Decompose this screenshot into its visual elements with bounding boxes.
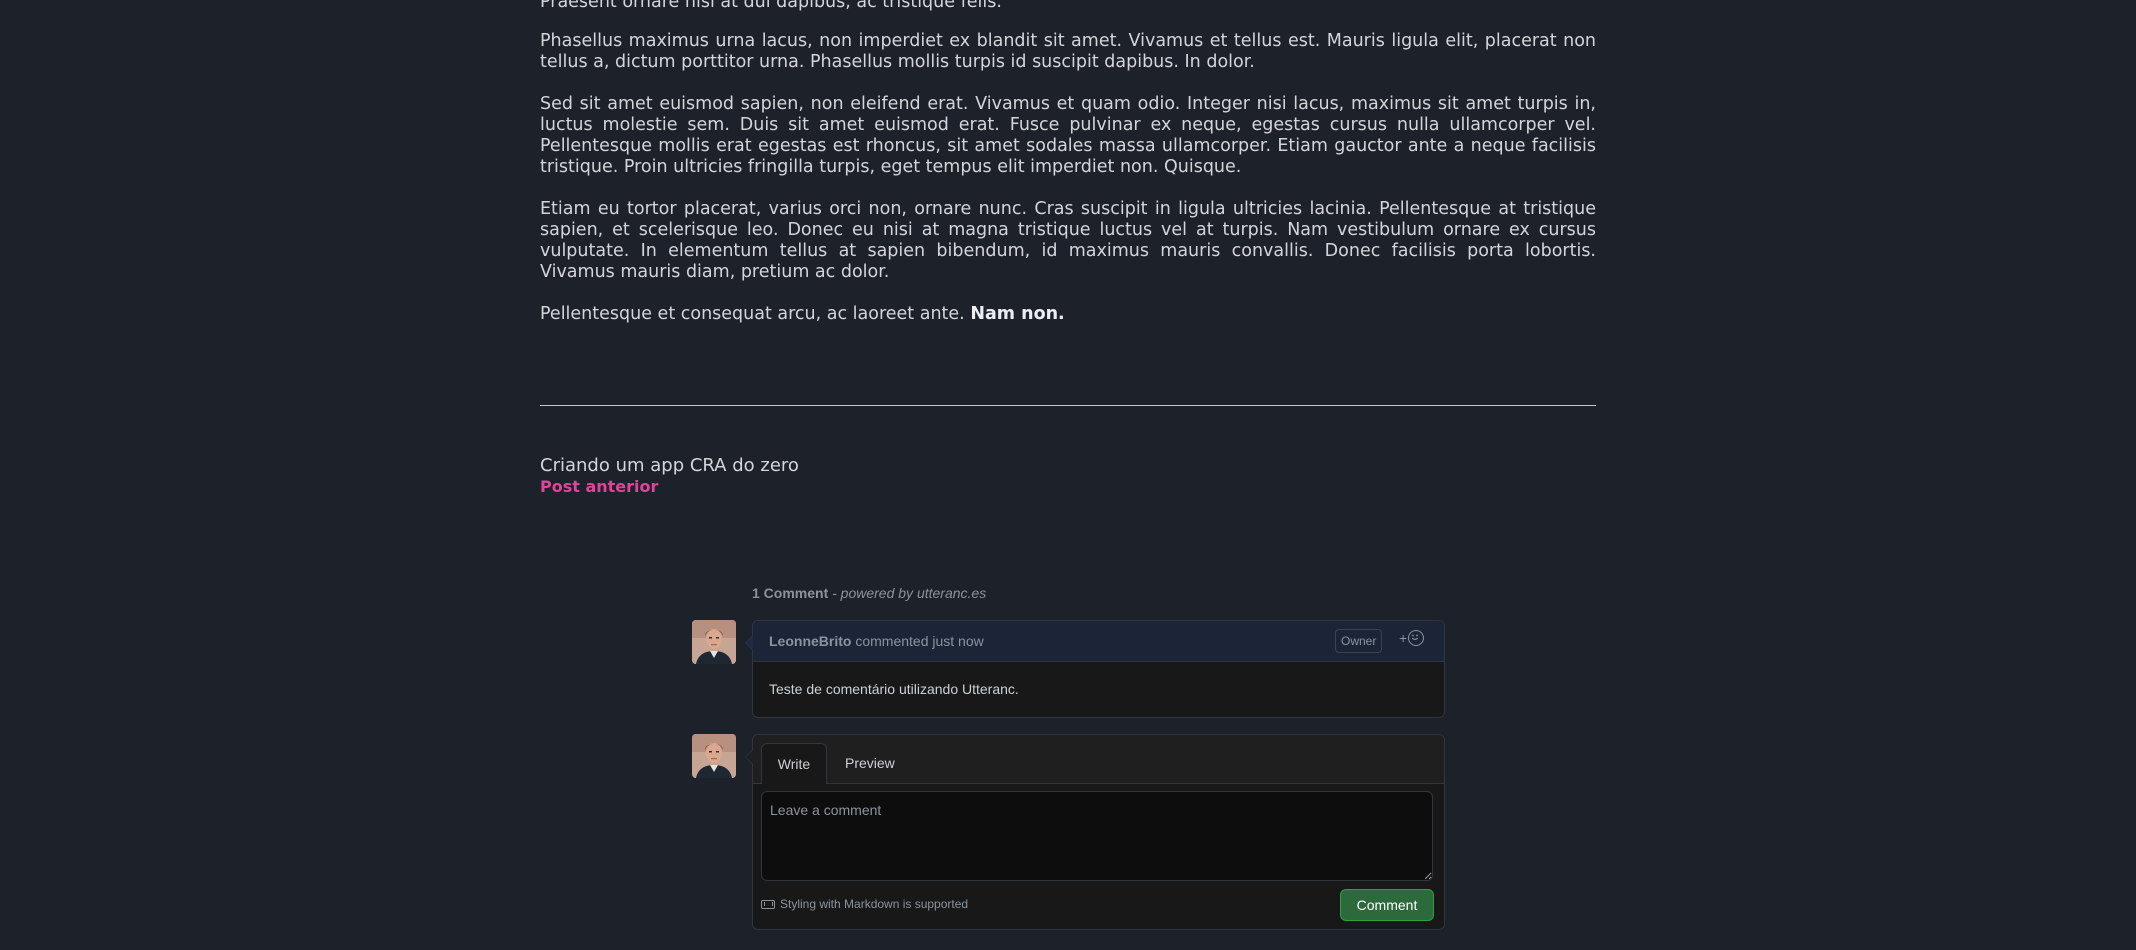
powered-by-text: - powered by utteranc.es [828,585,987,601]
article-paragraph: Sed sit amet euismod sapien, non eleifen… [540,94,1596,177]
article-paragraph: Phasellus maximus urna lacus, non imperd… [540,31,1596,72]
comment-count-label: 1 Comment [752,585,829,601]
article-body: Praesent ornare nisi at dui dapibus, ac … [540,0,1596,346]
smiley-icon [1408,630,1425,646]
comment-author[interactable]: LeonneBrito [769,633,851,649]
current-user-avatar[interactable] [692,734,736,778]
comment-timestamp[interactable]: commented just now [851,633,983,649]
article-last-text: Pellentesque et consequat arcu, ac laore… [540,304,965,324]
article-last-bold: Nam non. [970,304,1065,324]
article-paragraph: Etiam eu tortor placerat, varius orci no… [540,199,1596,282]
markdown-icon [761,899,775,909]
reaction-plus: + [1399,630,1408,646]
comment-author-line: LeonneBrito commented just now [769,633,984,649]
previous-post-title[interactable]: Criando um app CRA do zero [540,455,799,476]
avatar-icon [692,734,736,778]
article-paragraph-partial: Praesent ornare nisi at dui dapibus, ac … [540,0,1002,12]
previous-post-link[interactable]: Post anterior [540,477,658,496]
comment-card: LeonneBrito commented just now Owner + T… [745,620,1445,718]
submit-comment-button[interactable]: Comment [1340,889,1434,921]
comment-body: Teste de comentário utilizando Utteranc. [769,681,1019,697]
owner-badge: Owner [1335,629,1383,653]
article-paragraph-last: Pellentesque et consequat arcu, ac laore… [540,304,1596,325]
comment-header: LeonneBrito commented just now Owner + [753,621,1444,662]
markdown-note-text: Styling with Markdown is supported [780,897,969,911]
editor-tabs: Write Preview [753,735,1444,784]
comment-count: 1 Comment - powered by utteranc.es [752,585,986,601]
tab-write[interactable]: Write [761,743,827,784]
avatar[interactable] [692,620,736,664]
tab-preview[interactable]: Preview [845,743,895,783]
add-reaction-button[interactable]: + [1399,630,1425,646]
new-comment-form: Write Preview Styling with Markdown is s… [745,734,1445,930]
markdown-support-note[interactable]: Styling with Markdown is supported [761,897,968,911]
avatar-icon [692,620,736,664]
section-divider [540,405,1596,406]
comment-textarea[interactable] [761,791,1433,881]
